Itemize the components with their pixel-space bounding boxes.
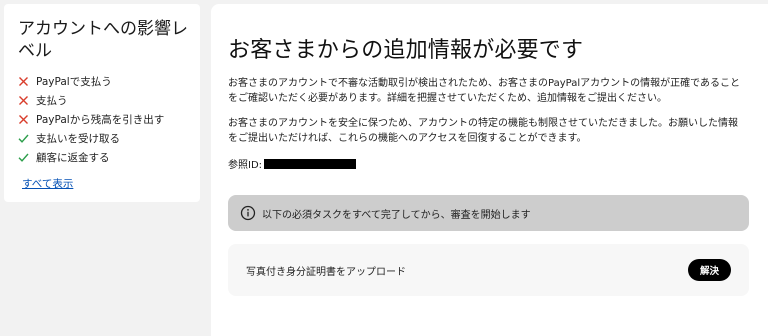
impact-item-refund: 顧客に返金する (18, 148, 200, 167)
reference-id-label: 参照ID: (228, 160, 263, 171)
impact-item-receive: 支払いを受け取る (18, 129, 200, 148)
impact-item-label: PayPalから残高を引き出す (36, 114, 165, 126)
show-all-link[interactable]: すべて表示 (22, 176, 73, 191)
cross-icon (18, 76, 32, 87)
required-tasks-alert: 以下の必須タスクをすべて完了してから、審査を開始します (228, 195, 749, 231)
check-icon (18, 152, 32, 163)
impact-list: PayPalで支払う 支払う PayPalから残高を引き出す 支払いを受け取る … (18, 72, 200, 167)
cross-icon (18, 114, 32, 125)
cross-icon (18, 95, 32, 106)
impact-item-pay-with-paypal: PayPalで支払う (18, 72, 200, 91)
page-title: お客さまからの追加情報が必要です (228, 38, 584, 63)
impact-item-withdraw: PayPalから残高を引き出す (18, 110, 200, 129)
resolve-button[interactable]: 解決 (687, 259, 731, 281)
impact-sidebar: アカウントへの影響レベル PayPalで支払う 支払う PayPalから残高を引… (4, 4, 200, 202)
check-icon (18, 133, 32, 144)
task-label: 写真付き身分証明書をアップロード (246, 266, 406, 278)
alert-text: 以下の必須タスクをすべて完了してから、審査を開始します (262, 209, 531, 221)
impact-item-label: 顧客に返金する (36, 152, 110, 164)
reference-id-row: 参照ID: (228, 156, 750, 171)
impact-item-label: 支払いを受け取る (36, 133, 120, 145)
info-icon (240, 205, 256, 221)
task-upload-id: 写真付き身分証明書をアップロード 解決 (228, 244, 749, 296)
impact-item-label: 支払う (36, 95, 68, 107)
description-paragraph-1: お客さまのアカウントで不審な活動取引が検出されたため、お客さまのPayPalアカ… (228, 78, 741, 104)
impact-item-pay: 支払う (18, 91, 200, 110)
reference-id-redacted (264, 158, 357, 169)
main-card: お客さまからの追加情報が必要です お客さまのアカウントで不審な活動取引が検出され… (211, 4, 768, 336)
impact-item-label: PayPalで支払う (36, 76, 112, 88)
description-paragraph-2: お客さまのアカウントを安全に保つため、アカウントの特定の機能も制限させていただき… (228, 118, 738, 144)
sidebar-title: アカウントへの影響レベル (18, 19, 188, 61)
